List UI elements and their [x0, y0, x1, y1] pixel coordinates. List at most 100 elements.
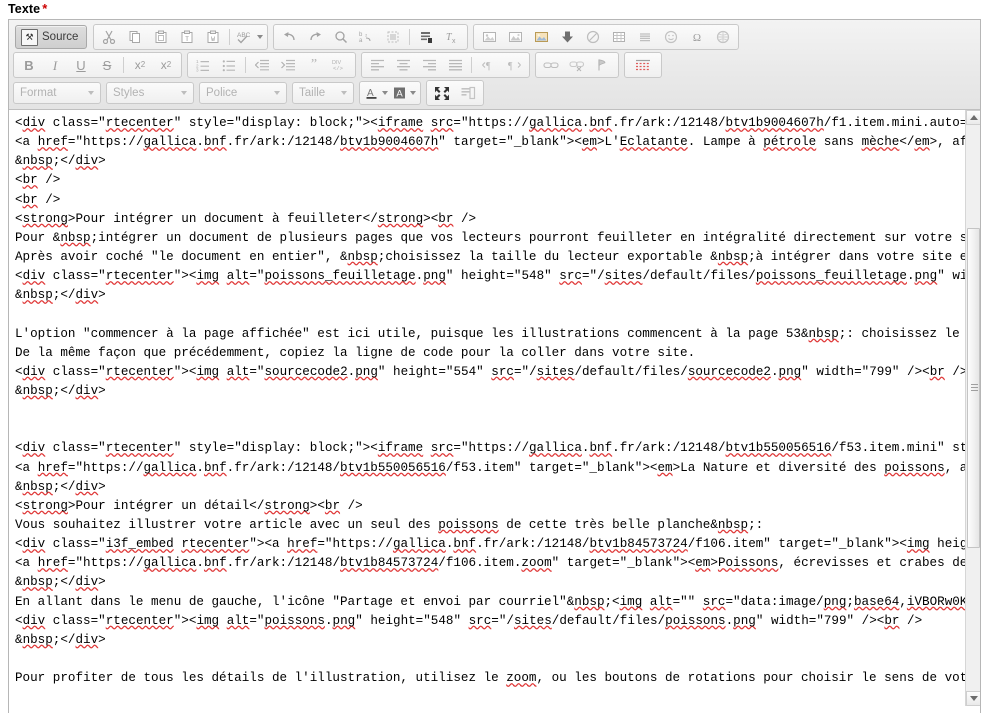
- superscript-icon[interactable]: x2: [154, 54, 178, 76]
- font-select[interactable]: Police: [199, 82, 287, 104]
- format-select-label: Format: [20, 87, 57, 99]
- triangle-up-icon: [969, 115, 978, 120]
- numbered-list-icon[interactable]: 123: [191, 54, 215, 76]
- svg-text:A: A: [396, 88, 403, 99]
- blockquote-icon[interactable]: ”: [302, 54, 326, 76]
- show-blocks-icon[interactable]: [456, 82, 480, 104]
- toolbar-group-templates: [624, 52, 662, 78]
- styles-select[interactable]: Styles: [106, 82, 194, 104]
- underline-icon[interactable]: U: [69, 54, 93, 76]
- ckeditor-text-field-screen: Texte * ⚒ Source T W ABC b ₂ a T x Ω B I…: [0, 0, 989, 715]
- redo-icon[interactable]: [303, 26, 327, 48]
- rich-text-editor: ⚒ Source T W ABC b ₂ a T x Ω B I U S x 2…: [8, 19, 981, 713]
- maximize-icon[interactable]: [430, 82, 454, 104]
- show-blocks-icon[interactable]: [414, 26, 438, 48]
- link-icon[interactable]: [539, 54, 563, 76]
- text-color-icon[interactable]: A: [363, 83, 389, 103]
- source-code-icon: ⚒: [21, 28, 38, 46]
- copy-icon[interactable]: [123, 26, 147, 48]
- source-button-label: Source: [42, 31, 79, 43]
- svg-text:Ω: Ω: [693, 32, 701, 44]
- toolbar-group-paragraph: 123 ” DIV </>: [187, 52, 356, 78]
- toolbar-separator: [409, 29, 411, 45]
- size-select[interactable]: Taille: [292, 82, 354, 104]
- align-justify-icon[interactable]: [443, 54, 467, 76]
- subscript-icon[interactable]: x2: [128, 54, 152, 76]
- svg-text:</>: </>: [333, 65, 343, 72]
- outdent-icon[interactable]: [250, 54, 274, 76]
- text-direction-ltr-icon[interactable]: ¶: [476, 54, 500, 76]
- unlink-icon[interactable]: [565, 54, 589, 76]
- svg-text:¶: ¶: [508, 61, 513, 72]
- anchor-icon[interactable]: [591, 54, 615, 76]
- templates-icon[interactable]: [628, 54, 658, 76]
- strikethrough-icon[interactable]: S: [95, 54, 119, 76]
- image-browser-icon[interactable]: [529, 26, 553, 48]
- div-container-icon[interactable]: DIV </>: [328, 54, 352, 76]
- source-code-viewport[interactable]: <div class="rtecenter" style="display: b…: [9, 110, 966, 706]
- paste-word-icon[interactable]: W: [201, 26, 225, 48]
- toolbar-separator: [471, 57, 472, 73]
- smiley-icon[interactable]: [659, 26, 683, 48]
- toolbar-separator: [229, 29, 231, 45]
- toolbar-group-alignment: ¶ ¶: [361, 52, 530, 78]
- scroll-thumb[interactable]: [967, 228, 980, 548]
- select-all-icon[interactable]: [381, 26, 405, 48]
- format-select[interactable]: Format: [13, 82, 101, 104]
- bulleted-list-icon[interactable]: [217, 54, 241, 76]
- source-code-editor[interactable]: <div class="rtecenter" style="display: b…: [9, 110, 980, 706]
- toolbar-row-1: ⚒ Source T W ABC b ₂ a T x Ω: [11, 23, 978, 51]
- field-label-text: Texte: [8, 2, 41, 16]
- special-char-icon[interactable]: Ω: [685, 26, 709, 48]
- svg-text:a: a: [359, 38, 363, 44]
- chevron-down-icon: [274, 91, 280, 95]
- replace-icon[interactable]: b₂a: [355, 26, 379, 48]
- toolbar-group-links: [535, 52, 619, 78]
- required-marker: *: [42, 1, 48, 16]
- text-direction-rtl-icon[interactable]: ¶: [502, 54, 526, 76]
- remove-format-icon[interactable]: Tx: [440, 26, 464, 48]
- paste-icon[interactable]: [149, 26, 173, 48]
- triangle-down-icon: [969, 696, 978, 701]
- styles-select-label: Styles: [113, 87, 145, 99]
- font-select-label: Police: [206, 87, 238, 99]
- horizontal-rule-icon[interactable]: [633, 26, 657, 48]
- download-icon[interactable]: [555, 26, 579, 48]
- svg-text:T: T: [186, 36, 190, 43]
- source-button[interactable]: ⚒ Source: [15, 25, 88, 49]
- spellcheck-icon[interactable]: ABC: [234, 26, 264, 48]
- svg-text:W: W: [212, 36, 216, 43]
- scroll-up-arrow[interactable]: [966, 110, 980, 125]
- scroll-down-arrow[interactable]: [966, 691, 980, 706]
- background-color-icon[interactable]: A: [391, 83, 417, 103]
- svg-text:x: x: [452, 38, 456, 44]
- table-icon[interactable]: [607, 26, 631, 48]
- image-icon[interactable]: [477, 26, 501, 48]
- italic-icon[interactable]: I: [43, 54, 67, 76]
- media-icon[interactable]: [503, 26, 527, 48]
- undo-icon[interactable]: [277, 26, 301, 48]
- scroll-thumb-grip: [971, 384, 978, 392]
- iframe-icon[interactable]: [711, 26, 735, 48]
- flash-icon[interactable]: [581, 26, 605, 48]
- toolbar-group-insert: Ω: [473, 24, 740, 50]
- svg-text:₂: ₂: [365, 32, 368, 38]
- indent-icon[interactable]: [276, 54, 300, 76]
- cut-icon[interactable]: [97, 26, 121, 48]
- svg-text:¶: ¶: [486, 61, 491, 72]
- chevron-down-icon: [409, 91, 416, 95]
- align-center-icon[interactable]: [391, 54, 415, 76]
- paste-text-icon[interactable]: T: [175, 26, 199, 48]
- find-icon[interactable]: [329, 26, 353, 48]
- chevron-down-icon: [88, 91, 94, 95]
- editor-toolbar: ⚒ Source T W ABC b ₂ a T x Ω B I U S x 2…: [9, 20, 980, 110]
- toolbar-group-tools: [426, 80, 484, 106]
- align-left-icon[interactable]: [365, 54, 389, 76]
- vertical-scrollbar[interactable]: [965, 110, 980, 706]
- bold-icon[interactable]: B: [17, 54, 41, 76]
- source-code-text[interactable]: <div class="rtecenter" style="display: b…: [15, 114, 966, 706]
- toolbar-group-clipboard: T W ABC: [93, 24, 269, 50]
- svg-text:3: 3: [196, 68, 199, 73]
- toolbar-group-history: b₂a Tx: [273, 24, 469, 50]
- align-right-icon[interactable]: [417, 54, 441, 76]
